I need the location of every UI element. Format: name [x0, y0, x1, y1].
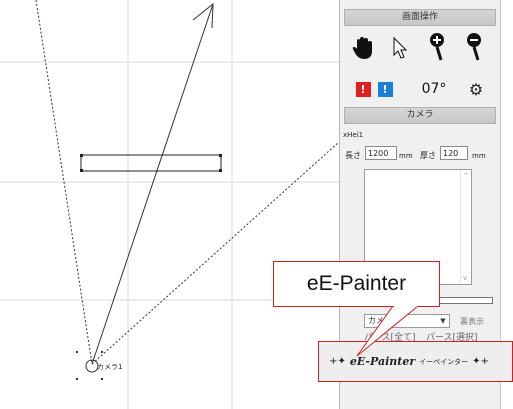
- zoom-in-icon: [430, 33, 444, 61]
- scroll-down-icon[interactable]: v: [463, 274, 467, 282]
- view-operations-header: 画面操作: [344, 9, 496, 26]
- scroll-up-icon[interactable]: ^: [463, 172, 469, 180]
- length-input[interactable]: 1200: [365, 146, 397, 160]
- camera-label: カメラ1: [97, 363, 123, 371]
- hide-toggle[interactable]: 裏表示: [460, 316, 484, 327]
- handle: [101, 378, 103, 380]
- red-alert-icon: !: [355, 81, 371, 97]
- angle-icon: 07°: [421, 81, 447, 97]
- settings-button[interactable]: ⚙: [461, 74, 491, 104]
- handle: [219, 169, 222, 172]
- length-unit: mm: [399, 152, 413, 160]
- wall-handles: [80, 154, 222, 172]
- thickness-input[interactable]: 120: [440, 146, 468, 160]
- sparkle-icon: ✦+: [472, 356, 489, 367]
- eE-painter-logo-button[interactable]: +✦ eE-Painter イーペインター ✦+: [323, 348, 495, 375]
- camera-header: カメラ: [344, 107, 496, 124]
- callout-label: eE-Painter: [273, 261, 440, 307]
- settings-icon: ⚙: [468, 79, 484, 99]
- camera-select[interactable]: カメラ1 ▼: [364, 314, 450, 328]
- handle: [101, 351, 103, 353]
- item-name: xHei1: [343, 131, 364, 139]
- sparkle-icon: +✦: [329, 356, 346, 367]
- blue-alert-icon: !: [377, 81, 393, 97]
- notes-scrollbar[interactable]: ^ v: [460, 170, 471, 284]
- length-label: 長さ: [345, 151, 361, 160]
- handle: [219, 154, 222, 157]
- logo-highlight-box: +✦ eE-Painter イーペインター ✦+: [318, 341, 513, 382]
- handle: [80, 154, 83, 157]
- camera-select-value: カメラ1: [368, 316, 398, 325]
- blue-alert-button[interactable]: !: [370, 74, 400, 104]
- hand-icon: [352, 37, 372, 59]
- logo-brand: eE-Painter: [349, 355, 416, 368]
- pointer-tool-button[interactable]: [385, 33, 415, 63]
- logo-kana: イーペインター: [419, 357, 469, 366]
- angle-button[interactable]: 07°: [416, 74, 452, 104]
- zoom-out-button[interactable]: [459, 32, 489, 62]
- handle: [80, 169, 83, 172]
- pointer-icon: [393, 36, 408, 59]
- thickness-label: 厚さ: [420, 151, 436, 160]
- zoom-out-icon: [467, 33, 481, 61]
- zoom-in-button[interactable]: [422, 32, 452, 62]
- chevron-down-icon: ▼: [440, 317, 446, 325]
- handle: [76, 351, 78, 353]
- thickness-unit: mm: [472, 152, 486, 160]
- wall-object: [80, 154, 222, 172]
- camera-direction-arrowhead: [192, 2, 214, 29]
- handle: [76, 378, 78, 380]
- grid: [0, 0, 339, 409]
- hand-tool-button[interactable]: [348, 33, 378, 63]
